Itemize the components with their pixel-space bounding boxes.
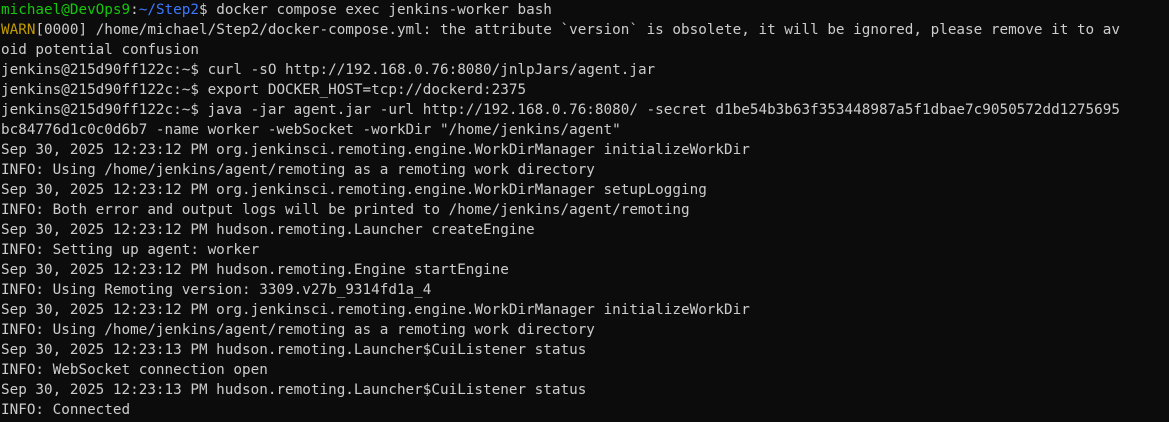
prompt-separator: : — [130, 2, 139, 18]
terminal-line: Sep 30, 2025 12:23:13 PM hudson.remoting… — [1, 342, 587, 358]
terminal-line: Sep 30, 2025 12:23:12 PM org.jenkinsci.r… — [1, 182, 707, 198]
terminal-line-warning-continued: oid potential confusion — [1, 42, 199, 58]
terminal-line: INFO: Connected — [1, 402, 131, 418]
terminal-line: jenkins@215d90ff122c:~$ export DOCKER_HO… — [1, 82, 527, 98]
terminal-window[interactable]: michael@DevOps9:~/Step2$ docker compose … — [0, 0, 1169, 422]
terminal-line: jenkins@215d90ff122c:~$ java -jar agent.… — [1, 102, 1120, 118]
prompt-user-host: michael@DevOps9 — [1, 2, 131, 18]
warn-tag: WARN — [1, 22, 36, 38]
terminal-line: INFO: Setting up agent: worker — [1, 242, 260, 258]
terminal-line-prompt: michael@DevOps9:~/Step2$ docker compose … — [1, 0, 1169, 20]
terminal-line: Sep 30, 2025 12:23:12 PM org.jenkinsci.r… — [1, 142, 750, 158]
terminal-line: bc84776d1c0c0d6b7 -name worker -webSocke… — [1, 122, 621, 138]
prompt-path: ~/Step2 — [138, 2, 199, 18]
terminal-line: INFO: WebSocket connection open — [1, 362, 268, 378]
prompt-command: docker compose exec jenkins-worker bash — [207, 2, 552, 18]
terminal-line: jenkins@215d90ff122c:~$ curl -sO http://… — [1, 62, 656, 78]
terminal-line: INFO: Using /home/jenkins/agent/remoting… — [1, 322, 595, 338]
warn-text: [0000] /home/michael/Step2/docker-compos… — [35, 22, 1120, 38]
terminal-line: INFO: Both error and output logs will be… — [1, 202, 690, 218]
terminal-line: Sep 30, 2025 12:23:12 PM hudson.remoting… — [1, 222, 535, 238]
terminal-line: Sep 30, 2025 12:23:12 PM hudson.remoting… — [1, 262, 509, 278]
prompt-symbol: $ — [199, 2, 208, 18]
terminal-line: Sep 30, 2025 12:23:13 PM hudson.remoting… — [1, 382, 587, 398]
terminal-line: INFO: Using /home/jenkins/agent/remoting… — [1, 162, 595, 178]
terminal-line: Sep 30, 2025 12:23:12 PM org.jenkinsci.r… — [1, 302, 750, 318]
terminal-line-warning: WARN[0000] /home/michael/Step2/docker-co… — [1, 20, 1169, 40]
terminal-line: INFO: Using Remoting version: 3309.v27b_… — [1, 282, 432, 298]
